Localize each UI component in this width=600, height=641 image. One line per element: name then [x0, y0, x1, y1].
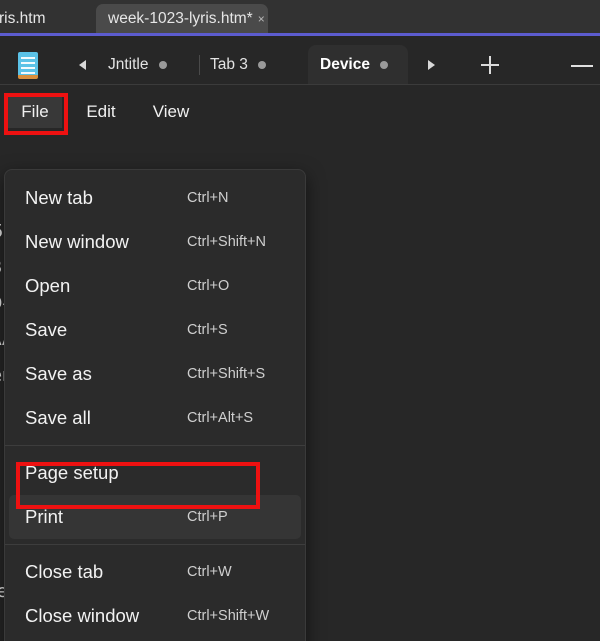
menu-item-shortcut: Ctrl+Shift+W [187, 608, 270, 624]
menubar-item-view[interactable]: View [142, 96, 200, 128]
menu-item-print[interactable]: Print Ctrl+P [9, 495, 301, 539]
browser-tab-inactive[interactable]: 2-lyris.htm [0, 4, 97, 34]
menu-item-shortcut: Ctrl+O [187, 278, 230, 294]
close-icon[interactable]: × [258, 12, 265, 26]
minimize-button[interactable] [571, 65, 593, 67]
menu-item-label: New window [25, 231, 129, 252]
menu-item-close-tab[interactable]: Close tab Ctrl+W [9, 550, 301, 594]
menu-item-shortcut: Ctrl+Shift+N [187, 234, 266, 250]
unsaved-dot-icon [257, 61, 266, 69]
plus-icon[interactable] [481, 56, 499, 74]
tab-label: Devicе [320, 56, 370, 73]
tab-device-active[interactable]: Devicе [308, 45, 408, 85]
menu-item-label: Print [25, 506, 64, 527]
menu-item-label: Open [25, 275, 71, 296]
screen-root: 2-lyris.htm week-1023-lyris.htm* × on(R)… [0, 0, 600, 641]
menu-item-new-tab[interactable]: New tab Ctrl+N [9, 176, 301, 220]
menu-item-label: Save all [25, 407, 91, 428]
tab-label: Tab 3 [210, 56, 248, 73]
menu-item-label: New tab [25, 187, 93, 208]
tabstrip-divider [408, 84, 600, 85]
unsaved-dot-icon [158, 61, 167, 69]
menu-item-new-window[interactable]: New window Ctrl+Shift+N [9, 220, 301, 264]
menu-item-shortcut: Ctrl+Shift+S [187, 366, 266, 382]
menu-item-save-as[interactable]: Save as Ctrl+Shift+S [9, 352, 301, 396]
browser-tab-title: 2-lyris.htm [0, 10, 46, 27]
menu-item-label: Close tab [25, 561, 104, 582]
tab-tab3[interactable]: Tab 3 [205, 45, 293, 85]
menubar-item-file[interactable]: File [8, 96, 62, 128]
menu-item-shortcut: Ctrl+S [187, 322, 228, 338]
file-dropdown-menu: New tab Ctrl+N New window Ctrl+Shift+N O… [4, 169, 306, 641]
menu-item-open[interactable]: Open Ctrl+O [9, 264, 301, 308]
menubar-item-edit[interactable]: Edit [74, 96, 128, 128]
tab-label: Jntitle [108, 56, 149, 73]
notepad-window: on(R) N5100 @ 1.10GHz 1.10 11.8 GB usabl… [0, 36, 600, 641]
unsaved-dot-icon [379, 61, 388, 69]
menu-item-save-all[interactable]: Save all Ctrl+Alt+S [9, 396, 301, 440]
browser-tab-active[interactable]: week-1023-lyris.htm* × [96, 4, 268, 34]
menu-item-label: Page setup [25, 462, 119, 483]
menu-item-shortcut: Ctrl+Alt+S [187, 410, 254, 426]
menu-item-shortcut: Ctrl+W [187, 564, 232, 580]
chevron-left-icon[interactable] [76, 58, 90, 72]
menu-separator [5, 445, 305, 446]
notepad-icon [16, 50, 42, 80]
menu-item-label: Close window [25, 605, 140, 626]
tab-divider [199, 55, 200, 75]
menu-item-label: Save as [25, 363, 92, 384]
menu-item-page-setup[interactable]: Page setup [9, 451, 301, 495]
menu-item-close-window[interactable]: Close window Ctrl+Shift+W [9, 594, 301, 638]
notepad-tab-strip: Jntitle Tab 3 Devicе [0, 36, 600, 91]
menu-item-shortcut: Ctrl+P [187, 509, 228, 525]
menu-bar: File Edit View [0, 91, 600, 133]
tab-untitled[interactable]: Jntitle [103, 45, 191, 85]
browser-tab-strip: 2-lyris.htm week-1023-lyris.htm* × [0, 0, 600, 36]
menu-item-save[interactable]: Save Ctrl+S [9, 308, 301, 352]
menu-item-shortcut: Ctrl+N [187, 190, 229, 206]
browser-tab-title: week-1023-lyris.htm* [108, 10, 253, 27]
chevron-right-icon[interactable] [424, 58, 438, 72]
menu-separator [5, 544, 305, 545]
menu-item-label: Save [25, 319, 68, 340]
